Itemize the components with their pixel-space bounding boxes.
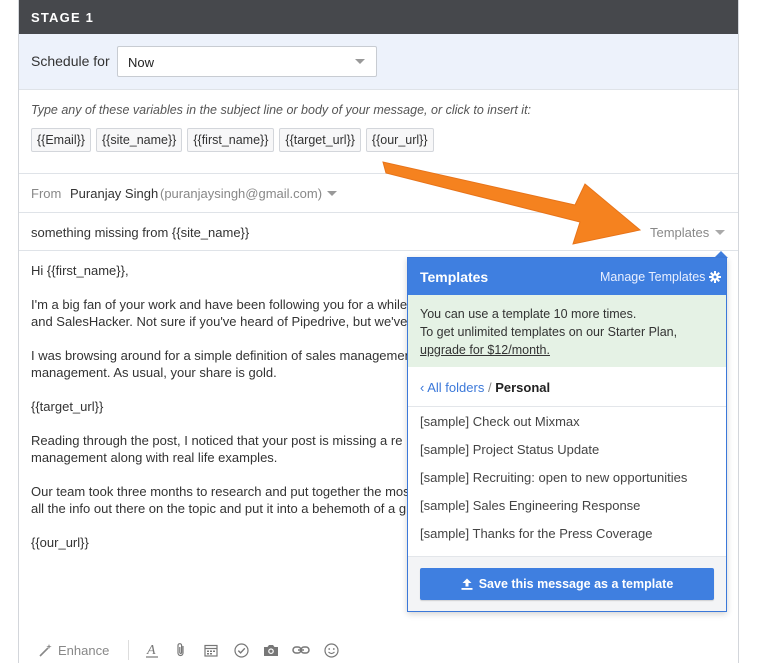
template-item[interactable]: [sample] Thanks for the Press Coverage xyxy=(408,519,726,547)
chevron-down-icon xyxy=(355,59,365,64)
magic-wand-icon xyxy=(39,644,52,657)
camera-icon[interactable] xyxy=(262,641,280,659)
templates-popup-footer: Save this message as a template xyxy=(408,556,726,611)
templates-popup: Templates Manage Templates You can use a… xyxy=(407,257,727,612)
template-item[interactable]: [sample] Project Status Update xyxy=(408,435,726,463)
current-folder: Personal xyxy=(495,380,551,395)
from-name: Puranjay Singh xyxy=(70,186,159,201)
emoji-icon[interactable] xyxy=(322,641,340,659)
calendar-icon[interactable] xyxy=(202,641,220,659)
svg-text:A: A xyxy=(146,643,156,658)
check-circle-icon[interactable] xyxy=(232,641,250,659)
breadcrumb-separator: / xyxy=(487,380,492,395)
all-folders-link[interactable]: ‹ All folders xyxy=(420,380,484,395)
from-label: From xyxy=(31,186,62,201)
chevron-down-icon[interactable] xyxy=(327,191,337,196)
template-item[interactable]: [sample] Recruiting: open to new opportu… xyxy=(408,463,726,491)
all-folders-label: All folders xyxy=(427,380,485,395)
notice-line: You can use a template 10 more times. xyxy=(420,307,637,321)
folder-breadcrumb: ‹ All folders / Personal xyxy=(408,367,726,407)
manage-templates-link[interactable]: Manage Templates xyxy=(600,270,722,284)
templates-list: [sample] Check out Mixmax [sample] Proje… xyxy=(408,407,726,547)
variable-chip-site-name[interactable]: {{site_name}} xyxy=(95,128,183,152)
template-item[interactable]: [sample] Check out Mixmax xyxy=(408,407,726,435)
variable-chip-target-url[interactable]: {{target_url}} xyxy=(279,128,361,152)
upload-icon xyxy=(461,578,473,590)
subject-row: something missing from {{site_name}} Tem… xyxy=(19,213,738,251)
variables-row: Type any of these variables in the subje… xyxy=(19,90,738,174)
variable-chips: {{Email}} {{site_name}} {{first_name}} {… xyxy=(31,128,434,152)
editor-toolbar: Enhance A xyxy=(19,636,738,663)
usage-notice: You can use a template 10 more times. To… xyxy=(408,295,726,367)
stage-header: STAGE 1 xyxy=(19,0,738,34)
templates-popup-title: Templates xyxy=(420,269,489,285)
attachment-icon[interactable] xyxy=(172,641,190,659)
notice-line: To get unlimited templates on our Starte… xyxy=(420,325,678,339)
schedule-label: Schedule for xyxy=(31,53,110,69)
toolbar-divider xyxy=(128,640,129,660)
enhance-button[interactable]: Enhance xyxy=(39,643,109,658)
variable-chip-our-url[interactable]: {{our_url}} xyxy=(365,128,434,152)
from-email: (puranjaysingh@gmail.com) xyxy=(160,186,323,201)
schedule-select[interactable]: Now xyxy=(117,46,377,77)
templates-popup-header: Templates Manage Templates xyxy=(408,258,726,295)
subject-input[interactable]: something missing from {{site_name}} xyxy=(31,225,249,240)
chevron-down-icon[interactable] xyxy=(715,230,725,235)
save-as-template-button[interactable]: Save this message as a template xyxy=(420,568,714,600)
schedule-value: Now xyxy=(128,55,155,70)
manage-templates-label: Manage Templates xyxy=(600,270,706,284)
variable-chip-first-name[interactable]: {{first_name}} xyxy=(187,128,275,152)
variables-hint: Type any of these variables in the subje… xyxy=(31,103,532,117)
enhance-label: Enhance xyxy=(58,643,110,658)
schedule-row: Schedule for Now xyxy=(19,34,738,90)
gear-icon xyxy=(709,271,722,283)
from-row[interactable]: From Puranjay Singh (puranjaysingh@gmail… xyxy=(19,174,738,213)
link-icon[interactable] xyxy=(292,641,310,659)
variable-chip-email[interactable]: {{Email}} xyxy=(31,128,91,152)
template-item[interactable]: [sample] Sales Engineering Response xyxy=(408,491,726,519)
templates-button[interactable]: Templates xyxy=(650,225,709,240)
text-format-icon[interactable]: A xyxy=(143,641,161,659)
upgrade-link[interactable]: upgrade for $12/month. xyxy=(420,343,550,357)
save-as-template-label: Save this message as a template xyxy=(478,577,674,591)
